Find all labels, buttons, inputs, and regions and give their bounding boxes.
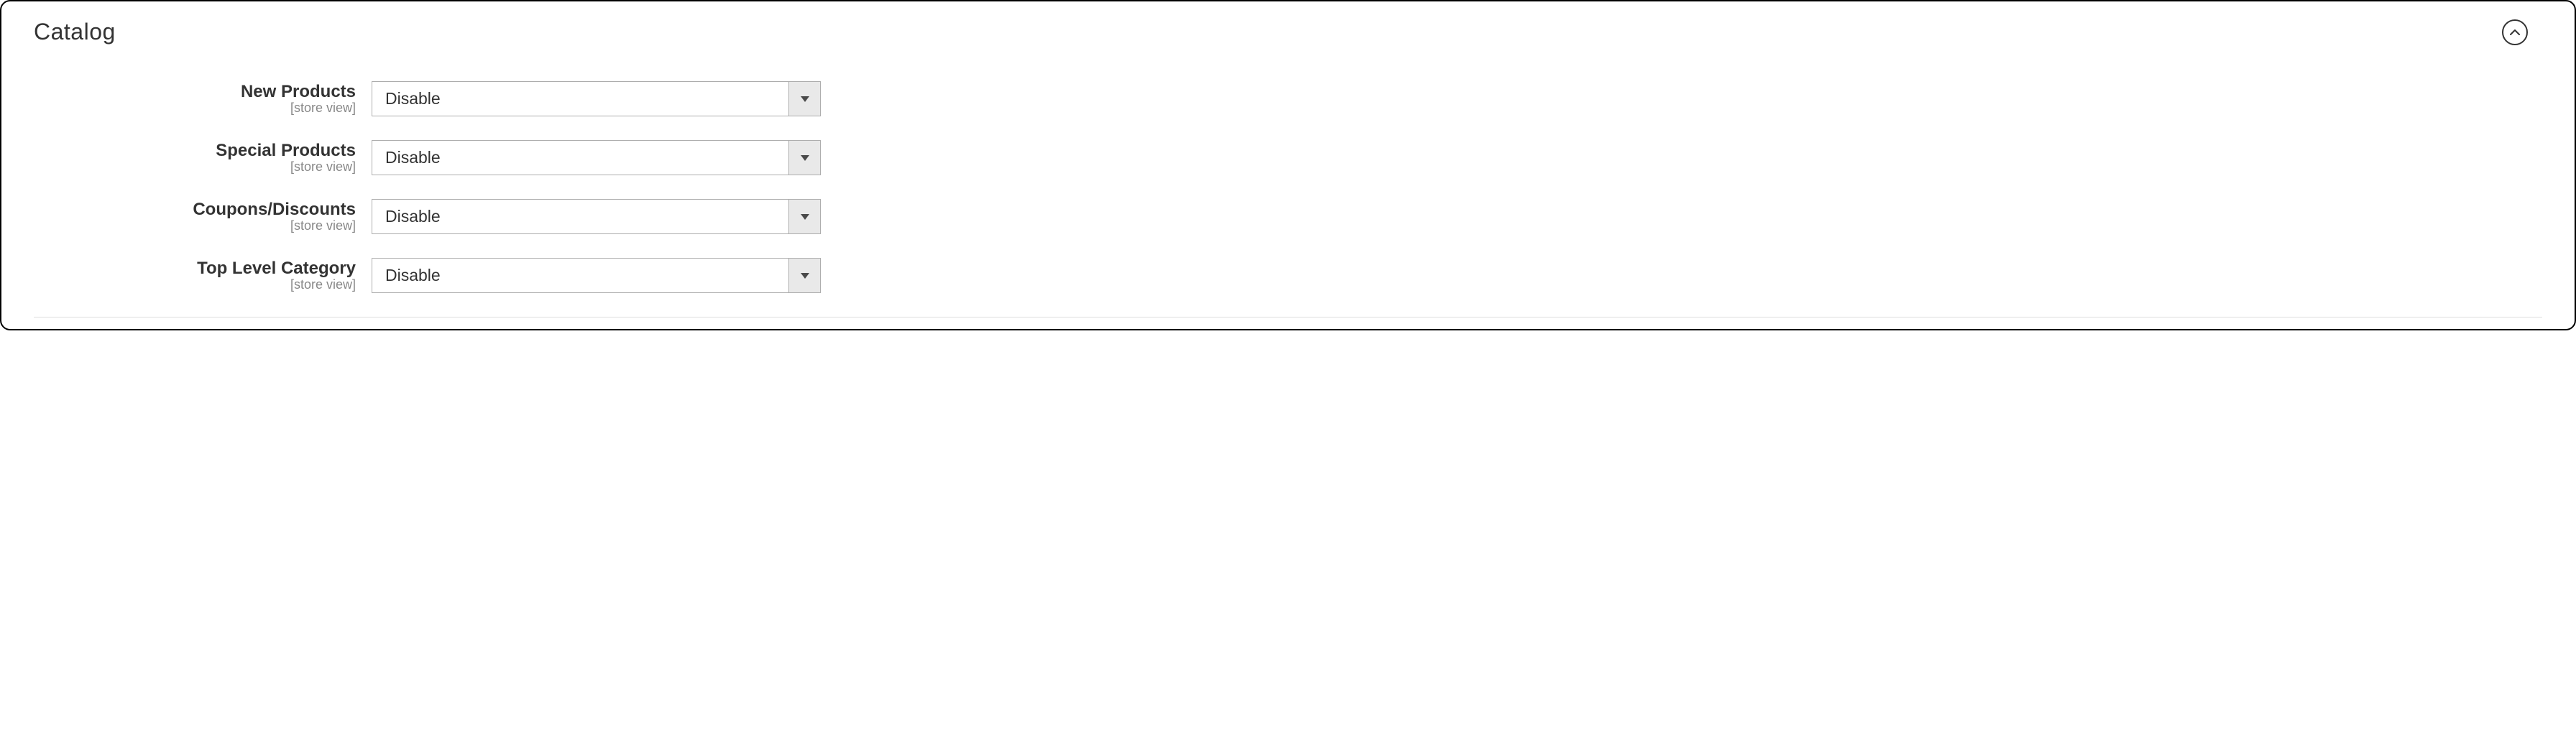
- field-row-new-products: New Products [store view] Disable: [34, 81, 2542, 116]
- chevron-up-icon: [2510, 29, 2520, 36]
- chevron-down-icon: [801, 214, 809, 220]
- field-scope: [store view]: [34, 219, 356, 233]
- field-row-coupons-discounts: Coupons/Discounts [store view] Disable: [34, 199, 2542, 234]
- field-label: Special Products: [34, 142, 356, 160]
- select-value: Disable: [372, 141, 788, 175]
- catalog-panel: Catalog New Products [store view] Disabl…: [0, 0, 2576, 330]
- label-col: Special Products [store view]: [34, 140, 372, 175]
- select-value: Disable: [372, 82, 788, 116]
- field-scope: [store view]: [34, 101, 356, 116]
- chevron-down-icon: [801, 273, 809, 279]
- coupons-discounts-select[interactable]: Disable: [372, 199, 821, 234]
- chevron-down-icon: [801, 96, 809, 102]
- form-body: New Products [store view] Disable Specia…: [1, 45, 2575, 293]
- field-row-top-level-category: Top Level Category [store view] Disable: [34, 258, 2542, 293]
- control-col: Disable: [372, 258, 821, 293]
- special-products-select[interactable]: Disable: [372, 140, 821, 175]
- top-level-category-select[interactable]: Disable: [372, 258, 821, 293]
- control-col: Disable: [372, 81, 821, 116]
- field-scope: [store view]: [34, 160, 356, 175]
- select-value: Disable: [372, 200, 788, 233]
- chevron-down-icon: [801, 155, 809, 161]
- dropdown-arrow: [788, 200, 820, 233]
- new-products-select[interactable]: Disable: [372, 81, 821, 116]
- field-label: New Products: [34, 83, 356, 101]
- field-row-special-products: Special Products [store view] Disable: [34, 140, 2542, 175]
- field-label: Coupons/Discounts: [34, 200, 356, 219]
- control-col: Disable: [372, 199, 821, 234]
- section-title: Catalog: [34, 19, 116, 45]
- select-value: Disable: [372, 259, 788, 292]
- dropdown-arrow: [788, 82, 820, 116]
- label-col: Coupons/Discounts [store view]: [34, 199, 372, 233]
- field-scope: [store view]: [34, 278, 356, 292]
- control-col: Disable: [372, 140, 821, 175]
- panel-header: Catalog: [1, 1, 2575, 45]
- label-col: Top Level Category [store view]: [34, 258, 372, 292]
- dropdown-arrow: [788, 259, 820, 292]
- dropdown-arrow: [788, 141, 820, 175]
- collapse-toggle-button[interactable]: [2502, 19, 2528, 45]
- label-col: New Products [store view]: [34, 81, 372, 116]
- field-label: Top Level Category: [34, 259, 356, 278]
